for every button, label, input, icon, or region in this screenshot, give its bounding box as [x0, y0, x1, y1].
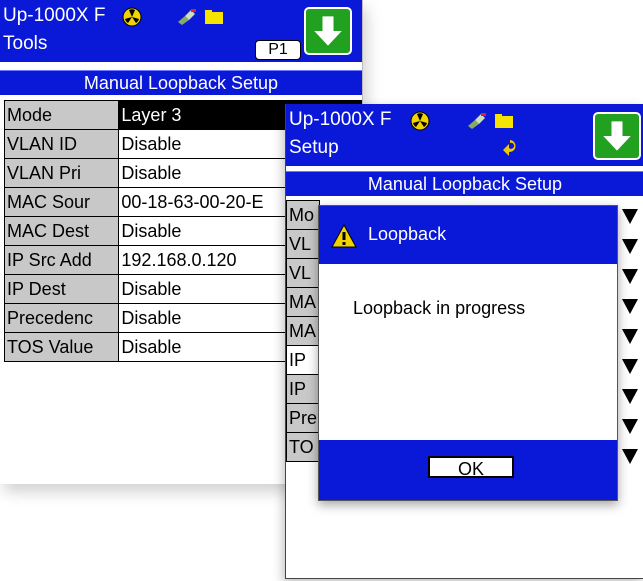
row-label: TO	[286, 432, 321, 462]
warning-icon	[331, 224, 357, 248]
loopback-dialog: Loopback Loopback in progress OK	[318, 205, 618, 501]
row-label: MAC Dest	[3, 216, 120, 246]
folder-icon	[205, 10, 223, 24]
table-row[interactable]: MA	[286, 316, 321, 346]
dropdown-arrow-icon[interactable]	[620, 236, 640, 256]
dropdown-arrow-icon[interactable]	[620, 356, 640, 376]
table-row[interactable]: MA	[286, 287, 321, 317]
dropdown-arrow-icon[interactable]	[620, 416, 640, 436]
dropdown-arrow-icon[interactable]	[620, 326, 640, 346]
mode-label: Setup	[289, 137, 339, 158]
top-bar: Up-1000X F Tools P1	[0, 0, 362, 62]
page-tab[interactable]: P1	[255, 40, 301, 60]
mode-label: Tools	[3, 33, 48, 54]
device-name: Up-1000X F	[289, 109, 392, 130]
row-label: MA	[286, 316, 321, 346]
settings-table: Mo VL VL MA MA IP IP Pre TO	[286, 200, 321, 462]
top-bar: Up-1000X F Setup	[286, 104, 643, 166]
row-label: VLAN ID	[3, 129, 120, 159]
row-label: Mo	[286, 200, 321, 230]
dropdown-arrow-icon[interactable]	[620, 266, 640, 286]
row-label: Pre	[286, 403, 321, 433]
dialog-footer: OK	[319, 440, 617, 500]
table-row[interactable]: Pre	[286, 403, 321, 433]
dialog-message: Loopback in progress	[353, 298, 526, 318]
device-name: Up-1000X F	[3, 5, 106, 26]
row-label: TOS Value	[3, 332, 120, 362]
down-arrow-button-icon	[314, 16, 342, 46]
table-row[interactable]: Mo	[286, 200, 321, 230]
dropdown-arrow-icon[interactable]	[620, 386, 640, 406]
table-row[interactable]: VL	[286, 258, 321, 288]
section-title: Manual Loopback Setup	[286, 171, 643, 196]
fan-icon	[122, 7, 142, 27]
row-label: Mode	[3, 100, 120, 130]
table-row[interactable]: IP	[286, 374, 321, 404]
table-row[interactable]: TO	[286, 432, 321, 462]
down-arrow-button[interactable]	[593, 112, 641, 160]
down-arrow-button-icon	[603, 121, 631, 151]
dialog-header: Loopback	[319, 206, 617, 264]
row-label: MA	[286, 287, 321, 317]
row-label: IP Dest	[3, 274, 120, 304]
network-plug-icon	[178, 9, 196, 25]
row-label: VLAN Pri	[3, 158, 120, 188]
row-label: VL	[286, 258, 321, 288]
dropdown-arrow-column	[620, 202, 642, 472]
folder-icon	[495, 114, 513, 128]
dropdown-arrow-icon[interactable]	[620, 296, 640, 316]
status-icons	[122, 7, 142, 27]
row-label: VL	[286, 229, 321, 259]
dialog-title: Loopback	[368, 224, 447, 244]
dropdown-arrow-icon[interactable]	[620, 446, 640, 466]
section-title: Manual Loopback Setup	[0, 70, 362, 95]
row-label: IP Src Add	[3, 245, 120, 275]
fan-icon	[410, 111, 430, 131]
return-arrow-icon	[503, 140, 516, 156]
dropdown-arrow-icon[interactable]	[620, 206, 640, 226]
row-label: IP	[286, 374, 321, 404]
table-row[interactable]: VL	[286, 229, 321, 259]
network-plug-icon	[468, 113, 486, 129]
row-label: Precedenc	[3, 303, 120, 333]
row-label: MAC Sour	[3, 187, 120, 217]
table-row[interactable]: IP	[286, 345, 321, 375]
row-label: IP	[286, 345, 321, 375]
ok-button[interactable]: OK	[428, 456, 514, 479]
down-arrow-button[interactable]	[304, 7, 352, 55]
